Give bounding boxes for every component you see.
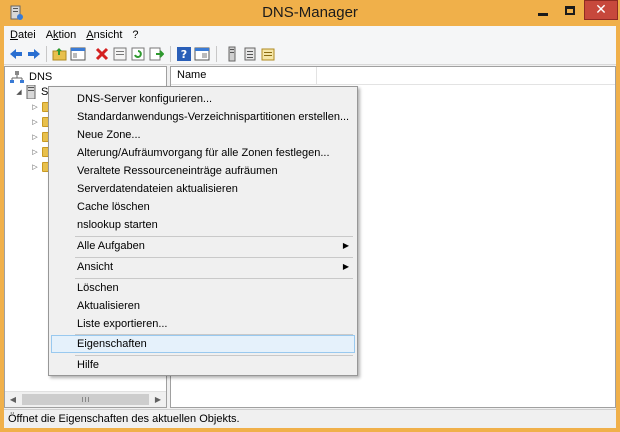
folder-options-icon[interactable]: [260, 46, 276, 62]
properties-icon[interactable]: [112, 46, 128, 62]
submenu-arrow-icon: ▶: [342, 241, 349, 250]
list-icon[interactable]: [242, 46, 258, 62]
scroll-left-icon[interactable]: ◀: [5, 392, 21, 407]
refresh-icon[interactable]: [130, 46, 146, 62]
ctx-dns-server-konfigurieren[interactable]: DNS-Server konfigurieren...: [51, 90, 355, 108]
delete-icon[interactable]: [94, 46, 110, 62]
horizontal-scrollbar[interactable]: ◀ ▶: [5, 391, 166, 407]
ctx-serverdatendateien-aktualisieren[interactable]: Serverdatendateien aktualisieren: [51, 180, 355, 198]
tree-root-label: DNS: [29, 70, 53, 83]
menu-help[interactable]: ?: [132, 29, 138, 41]
expand-icon[interactable]: ▷: [31, 163, 39, 171]
tree-server-node[interactable]: ◢ S: [15, 84, 48, 99]
ctx-aktualisieren[interactable]: Aktualisieren: [51, 297, 355, 315]
ctx-verzeichnispartitionen-erstellen[interactable]: Standardanwendungs-Verzeichnispartitione…: [51, 108, 355, 126]
help-icon[interactable]: ?: [176, 46, 192, 62]
ctx-loeschen[interactable]: Löschen: [51, 279, 355, 297]
app-window: DNS-Manager ✕ Datei Aktion Ansicht ? ? D…: [0, 0, 620, 432]
submenu-arrow-icon: ▶: [342, 262, 349, 271]
menu-datei[interactable]: Datei: [10, 29, 36, 41]
scroll-right-icon[interactable]: ▶: [150, 392, 166, 407]
window-title: DNS-Manager: [262, 4, 358, 21]
minimize-icon: [538, 12, 548, 16]
menu-aktion[interactable]: Aktion: [46, 29, 77, 41]
show-hide-tree-icon[interactable]: [70, 46, 86, 62]
ctx-neue-zone[interactable]: Neue Zone...: [51, 126, 355, 144]
menu-bar: Datei Aktion Ansicht ?: [4, 26, 616, 43]
minimize-button[interactable]: [530, 0, 556, 20]
ctx-cache-loeschen[interactable]: Cache löschen: [51, 198, 355, 216]
close-button[interactable]: ✕: [584, 0, 618, 20]
ctx-nslookup-starten[interactable]: nslookup starten: [51, 216, 355, 234]
ctx-liste-exportieren[interactable]: Liste exportieren...: [51, 315, 355, 333]
expand-icon[interactable]: ▷: [31, 133, 39, 141]
context-menu: DNS-Server konfigurieren... Standardanwe…: [48, 86, 358, 376]
grip-icon: [82, 397, 89, 402]
expand-icon[interactable]: ▷: [31, 148, 39, 156]
toolbar-separator: [216, 46, 217, 62]
export-icon[interactable]: [148, 46, 164, 62]
expand-icon[interactable]: ▷: [31, 103, 39, 111]
menu-ansicht[interactable]: Ansicht: [86, 29, 122, 41]
expand-icon[interactable]: ▷: [31, 118, 39, 126]
ctx-eigenschaften[interactable]: Eigenschaften: [51, 335, 355, 353]
ctx-alle-aufgaben-label: Alle Aufgaben: [77, 240, 145, 252]
column-header-empty: [317, 67, 615, 85]
server-node-icon: [25, 84, 37, 99]
title-bar[interactable]: DNS-Manager ✕: [0, 0, 620, 26]
close-icon: ✕: [595, 2, 607, 18]
tree-root-dns[interactable]: DNS: [9, 69, 52, 84]
ctx-ansicht[interactable]: Ansicht ▶: [51, 258, 355, 276]
toolbar-separator: [170, 46, 171, 62]
column-header-name[interactable]: Name: [171, 67, 317, 85]
collapse-icon[interactable]: ◢: [15, 88, 23, 96]
scrollbar-thumb[interactable]: [22, 394, 149, 405]
forward-icon[interactable]: [26, 46, 42, 62]
dns-root-icon: [9, 70, 25, 84]
toolbar: ?: [4, 43, 616, 65]
ctx-ressourceneintraege-aufraeumen[interactable]: Veraltete Ressourceneinträge aufräumen: [51, 162, 355, 180]
console-icon[interactable]: [194, 46, 210, 62]
ctx-alle-aufgaben[interactable]: Alle Aufgaben ▶: [51, 237, 355, 255]
ctx-ansicht-label: Ansicht: [77, 261, 114, 273]
status-bar: Öffnet die Eigenschaften des aktuellen O…: [4, 409, 616, 428]
maximize-icon: [565, 5, 575, 15]
svg-text:?: ?: [181, 48, 187, 61]
server-icon[interactable]: [224, 46, 240, 62]
maximize-button[interactable]: [557, 0, 583, 20]
back-icon[interactable]: [8, 46, 24, 62]
ctx-alterung-festlegen[interactable]: Alterung/Aufräumvorgang für alle Zonen f…: [51, 144, 355, 162]
ctx-hilfe[interactable]: Hilfe: [51, 356, 355, 374]
up-folder-icon[interactable]: [52, 46, 68, 62]
toolbar-separator: [46, 46, 47, 62]
